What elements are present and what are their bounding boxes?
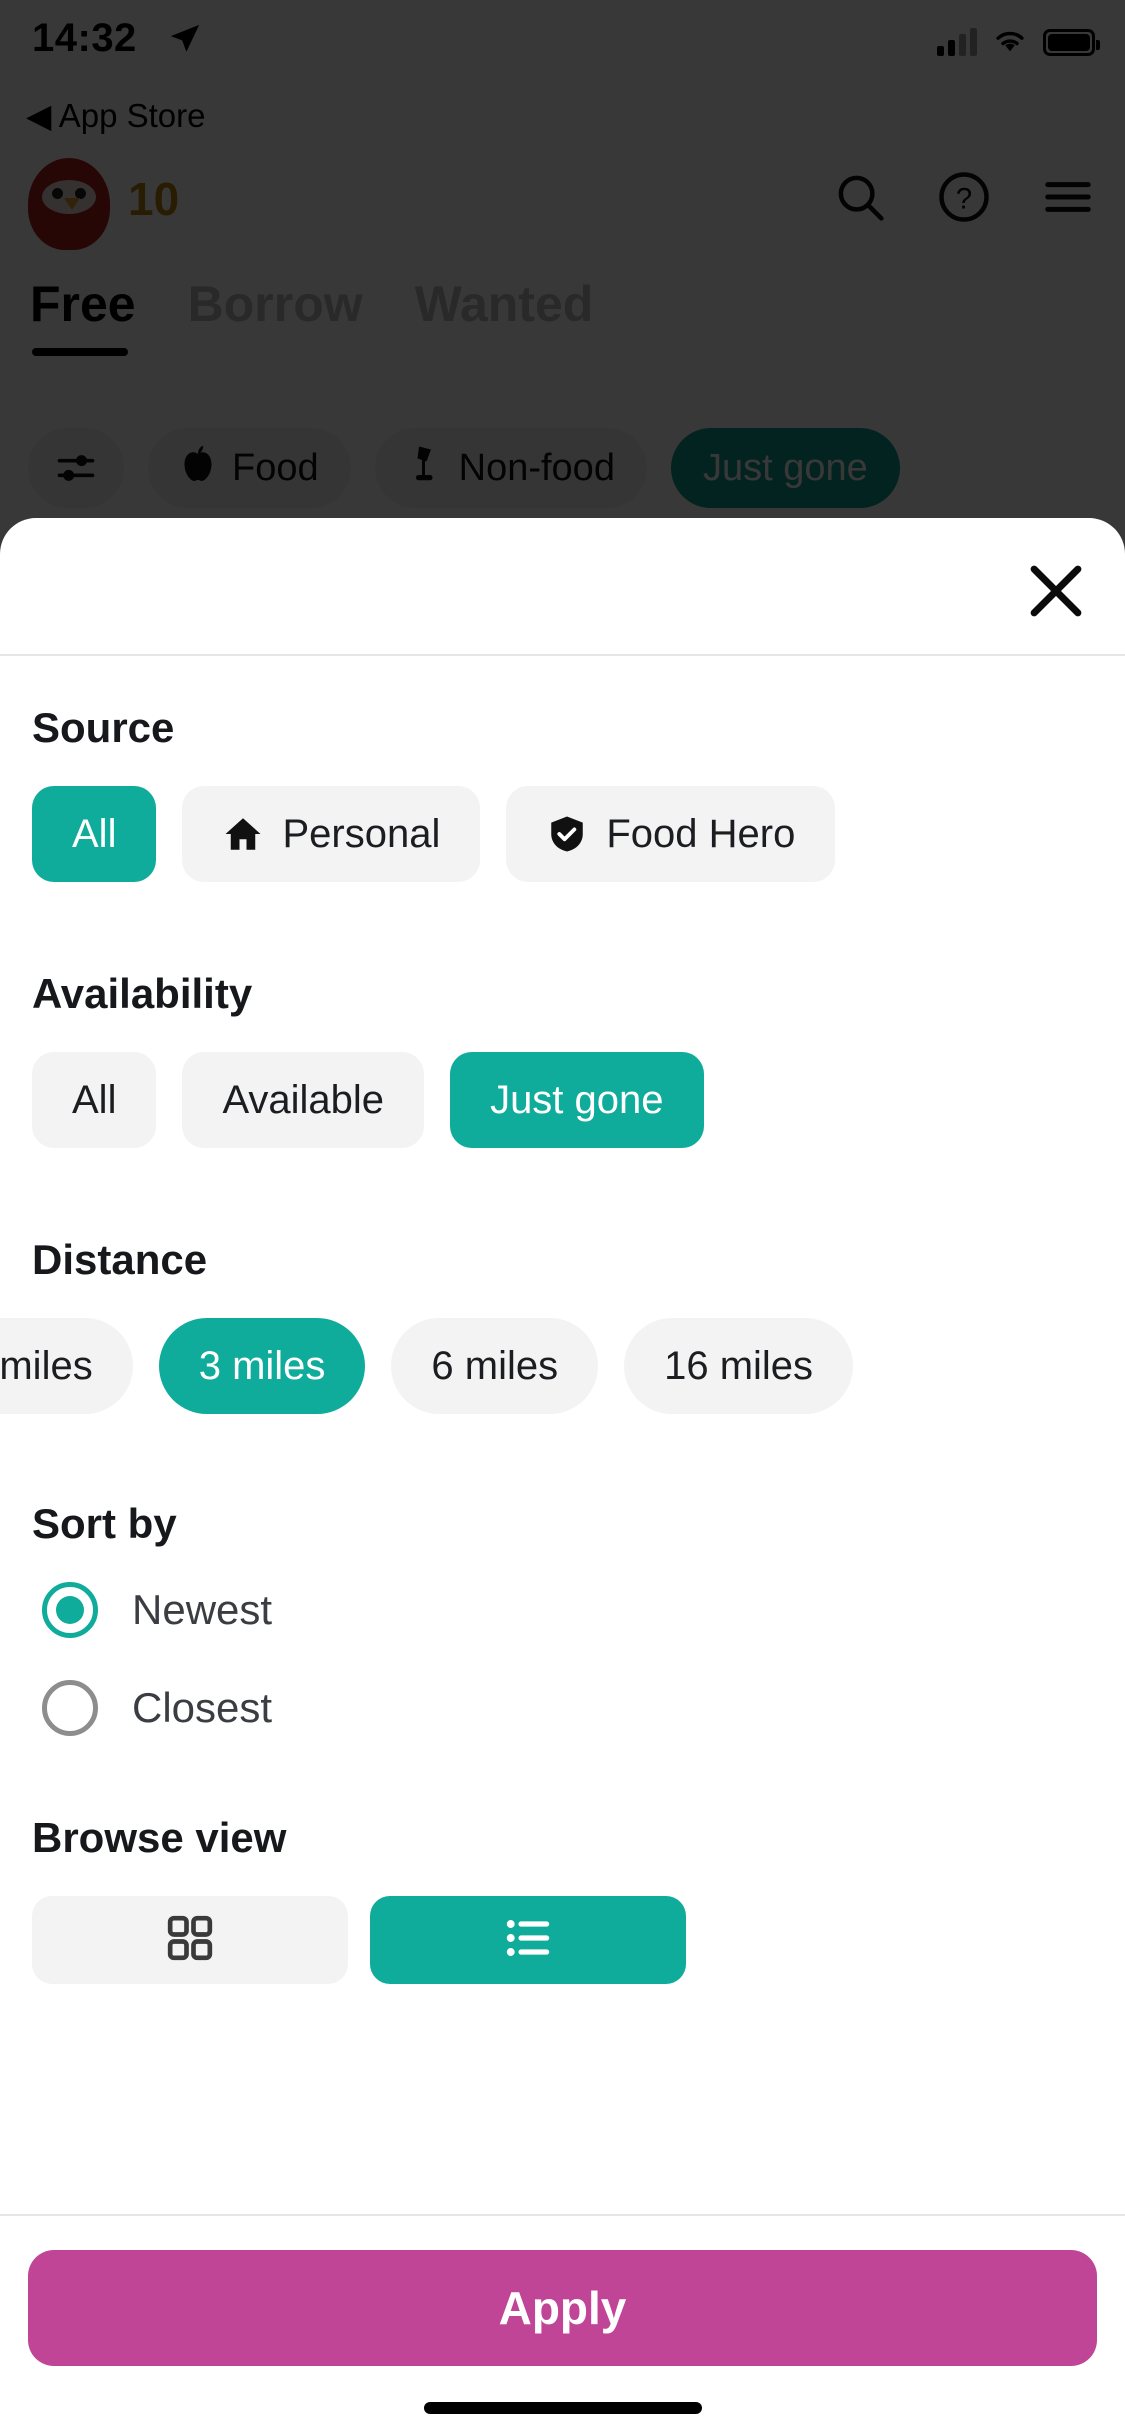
- browse-view-section-title: Browse view: [32, 1814, 287, 1861]
- availability-options: All Available Just gone: [32, 1052, 1125, 1148]
- radio-newest-icon[interactable]: [42, 1582, 98, 1638]
- availability-section-title: Availability: [32, 970, 253, 1017]
- availability-option-just-gone[interactable]: Just gone: [450, 1052, 704, 1148]
- radio-closest-icon[interactable]: [42, 1680, 98, 1736]
- list-view-button[interactable]: [370, 1896, 686, 1984]
- distance-scroll-row[interactable]: 3 miles 3 miles 6 miles 16 miles: [0, 1318, 1125, 1414]
- grid-view-button[interactable]: [32, 1896, 348, 1984]
- distance-option-6-miles[interactable]: 6 miles: [391, 1318, 599, 1414]
- availability-option-available[interactable]: Available: [182, 1052, 425, 1148]
- sort-option-newest[interactable]: Newest: [42, 1582, 1125, 1638]
- home-indicator: [423, 2402, 702, 2414]
- sheet-scroll-body[interactable]: Source All Personal Food Hero Availabili…: [0, 656, 1125, 2214]
- source-option-all[interactable]: All: [32, 786, 157, 882]
- grid-view-icon: [162, 1910, 218, 1971]
- sheet-header: [0, 518, 1125, 656]
- close-icon[interactable]: [1021, 556, 1091, 626]
- availability-option-all[interactable]: All: [32, 1052, 157, 1148]
- sort-option-newest-label: Newest: [132, 1586, 273, 1633]
- source-options: All Personal Food Hero: [32, 786, 1125, 882]
- sort-option-closest[interactable]: Closest: [42, 1680, 1125, 1736]
- list-view-icon: [500, 1910, 556, 1971]
- source-option-food-hero[interactable]: Food Hero: [506, 786, 836, 882]
- distance-option-3-miles[interactable]: 3 miles: [158, 1318, 366, 1414]
- filter-bottom-sheet: Source All Personal Food Hero Availabili…: [0, 518, 1125, 2436]
- source-section-title: Source: [32, 704, 175, 751]
- apply-button[interactable]: Apply: [28, 2250, 1097, 2366]
- sort-by-section-title: Sort by: [32, 1500, 177, 1547]
- distance-option-16-miles[interactable]: 16 miles: [624, 1318, 854, 1414]
- distance-option-partial[interactable]: 3 miles: [0, 1318, 133, 1414]
- home-icon: [222, 813, 264, 855]
- sort-option-closest-label: Closest: [132, 1684, 273, 1731]
- phone-screen: 14:32 ◀ App Store 10: [0, 0, 1125, 2436]
- sheet-footer: Apply: [0, 2214, 1125, 2436]
- source-option-personal[interactable]: Personal: [182, 786, 481, 882]
- browse-view-options: [32, 1896, 1125, 1984]
- shield-check-icon: [546, 813, 588, 855]
- distance-section-title: Distance: [32, 1236, 208, 1283]
